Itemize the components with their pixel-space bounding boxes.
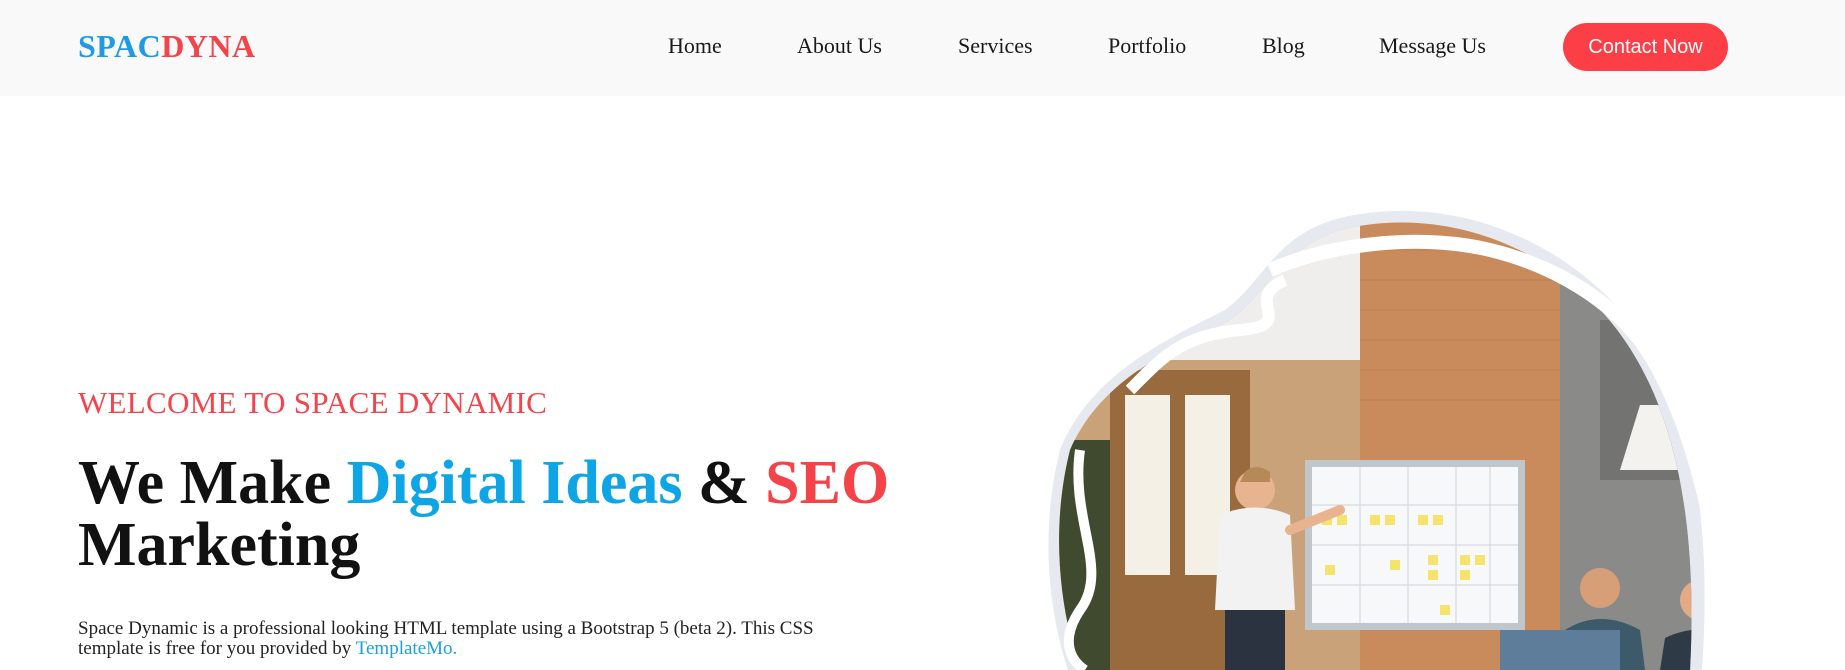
main-nav: Home About Us Services Portfolio Blog Me…: [0, 0, 1845, 96]
hero-headline: We Make Digital Ideas & SEO Marketing: [78, 452, 898, 576]
welcome-heading: WELCOME TO SPACE DYNAMIC: [78, 385, 548, 420]
nav-services[interactable]: Services: [958, 33, 1033, 59]
templatemo-link[interactable]: TemplateMo.: [356, 638, 458, 659]
nav-about-us[interactable]: About Us: [797, 33, 882, 59]
office-presentation-illustration: [1048, 210, 1737, 670]
headline-marketing: Marketing: [78, 511, 361, 579]
nav-portfolio[interactable]: Portfolio: [1108, 33, 1186, 59]
hero-description: Space Dynamic is a professional looking …: [78, 619, 838, 659]
nav-message-us[interactable]: Message Us: [1379, 33, 1486, 59]
nav-blog[interactable]: Blog: [1262, 33, 1305, 59]
headline-ampersand: &: [682, 449, 766, 517]
headline-digital-ideas: Digital Ideas: [346, 449, 683, 517]
headline-seo: SEO: [765, 449, 890, 517]
nav-home[interactable]: Home: [668, 33, 722, 59]
site-header: SPACDYNA Home About Us Services Portfoli…: [0, 0, 1845, 96]
contact-now-button[interactable]: Contact Now: [1563, 23, 1728, 71]
headline-text-1: We Make: [78, 449, 347, 517]
